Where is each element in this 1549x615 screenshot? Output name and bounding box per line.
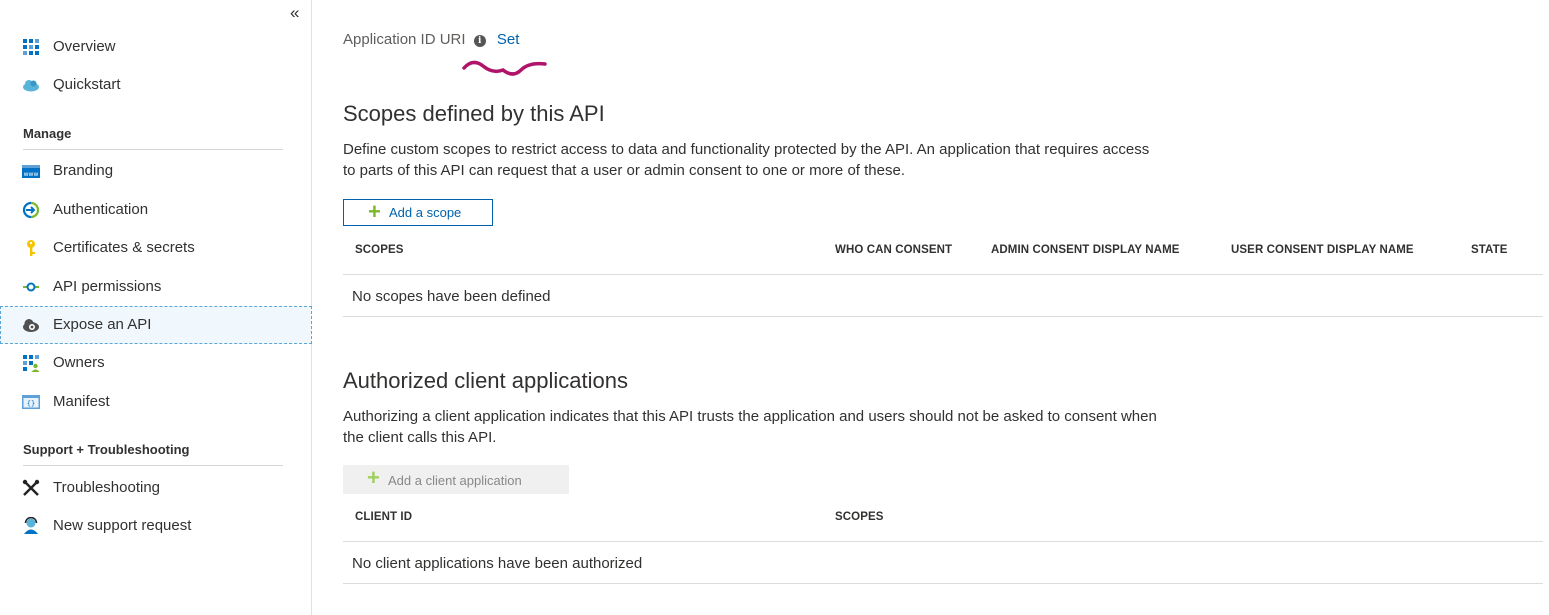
sidebar-item-owners[interactable]: Owners (0, 344, 312, 382)
manifest-icon: {} (22, 395, 40, 409)
sidebar-item-label: Certificates & secrets (53, 239, 195, 256)
sidebar-item-label: New support request (53, 517, 192, 534)
column-header-scopes[interactable]: SCOPES (355, 244, 404, 256)
owners-icon (23, 355, 40, 372)
plus-icon: + (367, 465, 380, 490)
wrench-icon (22, 479, 40, 496)
column-header-who-can-consent[interactable]: WHO CAN CONSENT (835, 244, 952, 256)
column-header-scopes[interactable]: SCOPES (835, 511, 884, 523)
squiggle-annotation (462, 60, 547, 76)
svg-text:{}: {} (27, 400, 35, 408)
sidebar-item-label: Manifest (53, 393, 110, 410)
sidebar-item-label: Troubleshooting (53, 479, 161, 496)
www-icon: www (22, 165, 40, 178)
sidebar-item-new-support-request[interactable]: New support request (0, 507, 312, 545)
table-divider (343, 541, 1543, 542)
clients-section-title: Authorized client applications (343, 368, 628, 393)
table-divider (343, 583, 1543, 584)
scopes-section-title: Scopes defined by this API (343, 101, 605, 126)
section-title-support: Support + Troubleshooting (23, 442, 283, 466)
scopes-description: Define custom scopes to restrict access … (343, 141, 1150, 179)
sidebar-item-authentication[interactable]: Authentication (0, 191, 312, 229)
grid-blue-icon (23, 39, 39, 55)
sidebar-item-certificates[interactable]: Certificates & secrets (0, 229, 312, 267)
sidebar-item-label: Authentication (53, 201, 149, 218)
support-person-icon (24, 517, 38, 534)
section-title-manage: Manage (23, 126, 283, 150)
sidebar-item-api-permissions[interactable]: API permissions (0, 268, 312, 306)
add-client-application-button[interactable]: + Add a client application (343, 465, 569, 494)
clients-description: Authorizing a client application indicat… (343, 408, 1157, 446)
sidebar-item-label: API permissions (53, 278, 162, 295)
sidebar-item-quickstart[interactable]: Quickstart (0, 66, 312, 104)
collapse-sidebar-icon[interactable]: « (290, 3, 299, 23)
cloud-gear-icon (23, 319, 39, 332)
column-header-user-consent-display-name[interactable]: USER CONSENT DISPLAY NAME (1231, 244, 1414, 256)
cloud-icon (23, 80, 39, 92)
sidebar-item-label: Branding (53, 162, 114, 179)
column-header-state[interactable]: STATE (1471, 244, 1508, 256)
scopes-empty-message: No scopes have been defined (352, 288, 551, 305)
add-client-application-label: Add a client application (388, 473, 522, 488)
sidebar-item-label: Expose an API (53, 316, 152, 333)
sidebar-item-troubleshooting[interactable]: Troubleshooting (0, 469, 312, 507)
table-divider (343, 316, 1543, 317)
sidebar-item-label: Quickstart (53, 76, 121, 93)
sidebar: « Overview Quickstart Manage www Brandin… (0, 0, 312, 615)
authentication-icon (22, 201, 40, 219)
add-scope-button[interactable]: + Add a scope (343, 199, 493, 226)
column-header-client-id[interactable]: CLIENT ID (355, 511, 412, 523)
add-scope-label: Add a scope (389, 205, 462, 220)
column-header-admin-consent-display-name[interactable]: ADMIN CONSENT DISPLAY NAME (991, 244, 1180, 256)
application-id-uri-label: Application ID URI (343, 31, 466, 48)
sidebar-item-expose-api[interactable]: Expose an API (0, 306, 312, 344)
clients-empty-message: No client applications have been authori… (352, 555, 643, 572)
info-icon[interactable]: i (473, 35, 486, 47)
table-divider (343, 274, 1543, 275)
application-id-uri: Application ID URI i Set (343, 31, 519, 48)
set-app-id-link[interactable]: Set (497, 31, 520, 48)
sidebar-item-manifest[interactable]: {} Manifest (0, 383, 312, 421)
svg-text:www: www (24, 171, 39, 178)
key-icon (27, 240, 35, 256)
api-permissions-icon (23, 282, 39, 292)
sidebar-item-label: Owners (53, 354, 105, 371)
sidebar-item-overview[interactable]: Overview (0, 28, 312, 66)
sidebar-item-label: Overview (53, 38, 116, 55)
sidebar-item-branding[interactable]: www Branding (0, 152, 312, 190)
plus-icon: + (368, 199, 381, 224)
